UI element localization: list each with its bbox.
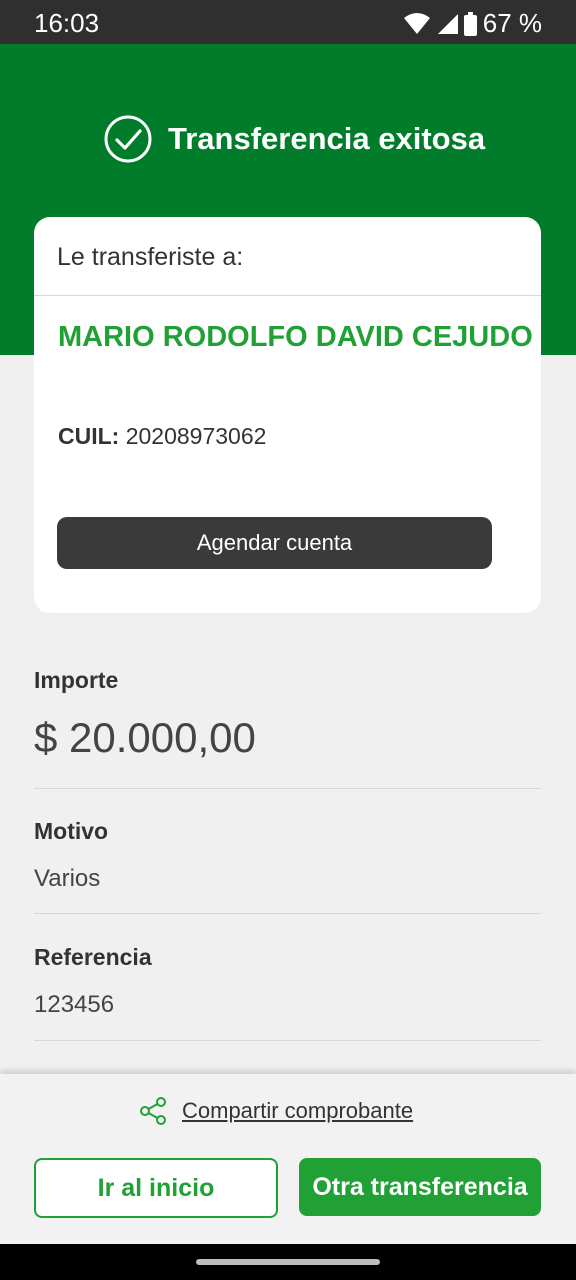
share-receipt-link[interactable]: Compartir comprobante	[138, 1096, 413, 1126]
cuil-line: CUIL: 20208973062	[58, 423, 266, 450]
card-header-label: Le transferiste a:	[34, 217, 541, 296]
referencia-section: Referencia 123456	[34, 944, 541, 1019]
importe-value: $ 20.000,00	[34, 714, 256, 761]
cuil-label: CUIL:	[58, 423, 120, 449]
agendar-cuenta-button[interactable]: Agendar cuenta	[57, 517, 492, 569]
share-icon	[140, 1097, 166, 1125]
footer-actions: Compartir comprobante Ir al inicio Otra …	[0, 1074, 576, 1244]
recipient-name: MARIO RODOLFO DAVID CEJUDO	[58, 321, 533, 353]
divider	[34, 1040, 541, 1041]
divider	[34, 913, 541, 914]
go-home-button[interactable]: Ir al inicio	[34, 1158, 278, 1218]
battery-level: 67 %	[482, 8, 542, 38]
referencia-value: 123456	[34, 991, 115, 1018]
share-receipt-label: Compartir comprobante	[182, 1098, 414, 1123]
home-gesture-handle[interactable]	[196, 1259, 380, 1265]
importe-label: Importe	[34, 667, 119, 693]
page-title: Transferencia exitosa	[104, 115, 485, 163]
motivo-value: Varios	[34, 865, 101, 892]
cuil-value: 20208973062	[125, 423, 267, 449]
motivo-label: Motivo	[34, 818, 109, 844]
system-nav-bar	[0, 1244, 576, 1280]
status-time: 16:03	[34, 8, 100, 38]
new-transfer-button[interactable]: Otra transferencia	[299, 1158, 541, 1216]
status-icons: 67 %	[403, 8, 542, 39]
motivo-section: Motivo Varios	[34, 818, 541, 893]
signal-icon	[437, 13, 458, 34]
referencia-label: Referencia	[34, 944, 152, 970]
importe-section: Importe $ 20.000,00	[34, 667, 541, 762]
check-circle-icon	[104, 115, 152, 163]
status-bar: 16:03 67 %	[0, 0, 576, 44]
recipient-card: Le transferiste a: MARIO RODOLFO DAVID C…	[34, 217, 541, 613]
divider	[34, 788, 541, 789]
page-title-text: Transferencia exitosa	[168, 121, 486, 156]
wifi-icon	[403, 12, 430, 34]
battery-icon	[463, 11, 477, 36]
